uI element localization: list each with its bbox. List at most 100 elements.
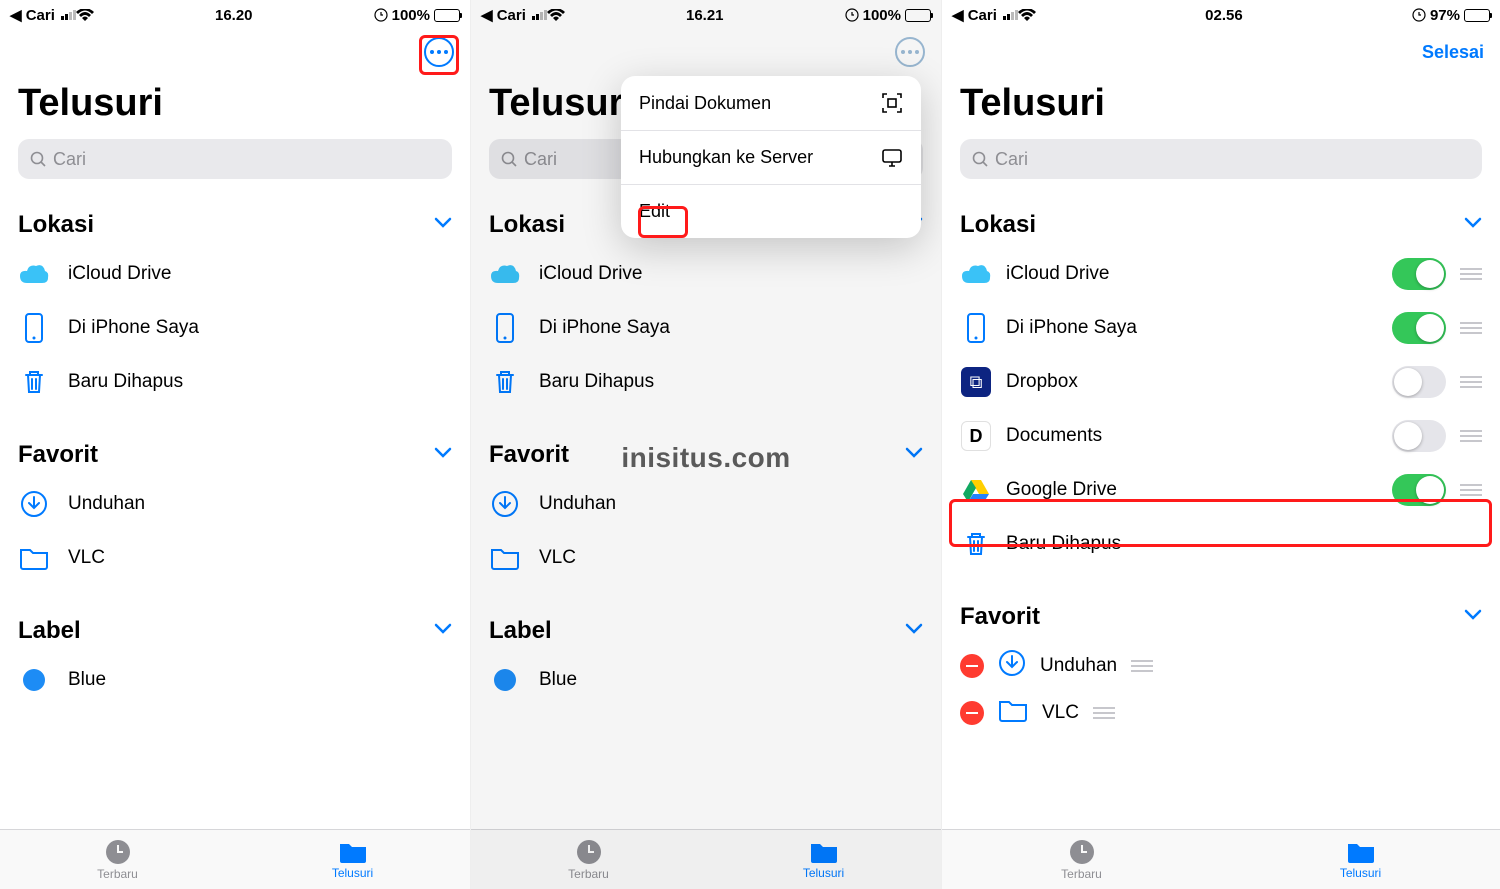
fav-edit-item-downloads: Unduhan: [960, 639, 1482, 693]
watermark: inisitus.com: [621, 442, 790, 474]
section-lokasi[interactable]: Lokasi: [18, 211, 452, 239]
menu-scan[interactable]: Pindai Dokumen: [621, 76, 921, 131]
reorder-handle[interactable]: [1460, 322, 1482, 334]
icloud-icon: [489, 258, 521, 290]
label-item-blue[interactable]: Blue: [18, 653, 452, 707]
chevron-down-icon: [905, 446, 923, 464]
favorite-item-downloads[interactable]: Unduhan: [489, 477, 923, 531]
tab-browse[interactable]: Telusuri: [235, 830, 470, 889]
toggle-gdrive[interactable]: [1392, 474, 1446, 506]
folder-icon: [489, 542, 521, 574]
download-icon: [18, 488, 50, 520]
tab-browse[interactable]: Telusuri: [706, 830, 941, 889]
signal-icon: [1003, 10, 1018, 20]
battery-pct: 100%: [863, 7, 901, 24]
reorder-handle[interactable]: [1131, 660, 1153, 672]
delete-button[interactable]: [960, 701, 984, 725]
menu-server[interactable]: Hubungkan ke Server: [621, 131, 921, 185]
menu-edit[interactable]: Edit: [621, 185, 921, 238]
location-item-trash[interactable]: Baru Dihapus: [18, 355, 452, 409]
trash-icon: [18, 366, 50, 398]
chevron-down-icon: [905, 622, 923, 640]
favorite-label: VLC: [68, 547, 452, 569]
toggle-dropbox[interactable]: [1392, 366, 1446, 398]
battery-pct: 100%: [392, 7, 430, 24]
done-button[interactable]: Selesai: [1422, 42, 1484, 63]
section-favorit[interactable]: Favorit: [960, 603, 1482, 631]
toggle-documents[interactable]: [1392, 420, 1446, 452]
section-header-label: Label: [489, 617, 552, 645]
reorder-handle[interactable]: [1460, 430, 1482, 442]
section-label[interactable]: Label: [489, 617, 923, 645]
edit-label: Dropbox: [1006, 371, 1378, 393]
more-button[interactable]: [424, 37, 454, 67]
chevron-down-icon: [434, 622, 452, 640]
favorite-item-vlc[interactable]: VLC: [18, 531, 452, 585]
trash-icon: [960, 528, 992, 560]
location-item-icloud[interactable]: iCloud Drive: [18, 247, 452, 301]
back-app-label[interactable]: ◀ Cari: [952, 6, 997, 24]
edit-label: iCloud Drive: [1006, 263, 1378, 285]
search-placeholder: Cari: [524, 149, 557, 170]
edit-label: Di iPhone Saya: [1006, 317, 1378, 339]
toggle-icloud[interactable]: [1392, 258, 1446, 290]
section-label[interactable]: Label: [18, 617, 452, 645]
search-input[interactable]: Cari: [960, 139, 1482, 179]
section-favorit[interactable]: Favorit: [18, 441, 452, 469]
location-item-iphone[interactable]: Di iPhone Saya: [489, 301, 923, 355]
chevron-down-icon: [434, 216, 452, 234]
favorite-item-downloads[interactable]: Unduhan: [18, 477, 452, 531]
edit-item-gdrive: Google Drive: [960, 463, 1482, 517]
menu-label: Edit: [639, 201, 670, 222]
battery-icon: [905, 9, 931, 22]
location-item-iphone[interactable]: Di iPhone Saya: [18, 301, 452, 355]
scan-icon: [881, 92, 903, 114]
tab-recent[interactable]: Terbaru: [942, 830, 1221, 889]
reorder-handle[interactable]: [1460, 268, 1482, 280]
iphone-icon: [18, 312, 50, 344]
section-lokasi[interactable]: Lokasi: [960, 211, 1482, 239]
delete-button[interactable]: [960, 654, 984, 678]
rotation-lock-icon: [374, 8, 388, 22]
dropbox-icon: ⧉: [960, 366, 992, 398]
navbar: Selesai: [942, 30, 1500, 74]
battery-icon: [434, 9, 460, 22]
tab-label: Telusuri: [803, 866, 844, 880]
page-title: Telusuri: [960, 82, 1482, 125]
edit-item-icloud: iCloud Drive: [960, 247, 1482, 301]
favorite-item-vlc[interactable]: VLC: [489, 531, 923, 585]
reorder-handle[interactable]: [1093, 707, 1115, 719]
page-title: Telusuri: [18, 82, 452, 125]
tab-browse[interactable]: Telusuri: [1221, 830, 1500, 889]
clock-icon: [105, 839, 131, 865]
wifi-icon: [1018, 9, 1036, 22]
more-button[interactable]: [895, 37, 925, 67]
location-item-icloud[interactable]: iCloud Drive: [489, 247, 923, 301]
edit-item-dropbox: ⧉ Dropbox: [960, 355, 1482, 409]
tab-recent[interactable]: Terbaru: [0, 830, 235, 889]
label-item-blue[interactable]: Blue: [489, 653, 923, 707]
search-input[interactable]: Cari: [18, 139, 452, 179]
iphone-icon: [960, 312, 992, 344]
location-label: iCloud Drive: [539, 263, 923, 285]
back-app-label[interactable]: ◀ Cari: [481, 6, 526, 24]
section-header-lokasi: Lokasi: [960, 211, 1036, 239]
tab-recent[interactable]: Terbaru: [471, 830, 706, 889]
screen-1: ◀ Cari 16.20 100% Telusuri Cari Lokasi i…: [0, 0, 471, 889]
reorder-handle[interactable]: [1460, 484, 1482, 496]
favorite-label: VLC: [539, 547, 923, 569]
section-header-label: Label: [18, 617, 81, 645]
clock: 16.21: [565, 7, 845, 24]
folder-icon: [998, 698, 1028, 728]
folder-icon: [18, 542, 50, 574]
iphone-icon: [489, 312, 521, 344]
download-icon: [998, 649, 1026, 683]
favorite-label: Unduhan: [1040, 655, 1117, 677]
menu-label: Hubungkan ke Server: [639, 147, 813, 168]
reorder-handle[interactable]: [1460, 376, 1482, 388]
favorite-label: Unduhan: [539, 493, 923, 515]
location-item-trash[interactable]: Baru Dihapus: [489, 355, 923, 409]
back-app-label[interactable]: ◀ Cari: [10, 6, 55, 24]
documents-icon: D: [960, 420, 992, 452]
toggle-iphone[interactable]: [1392, 312, 1446, 344]
